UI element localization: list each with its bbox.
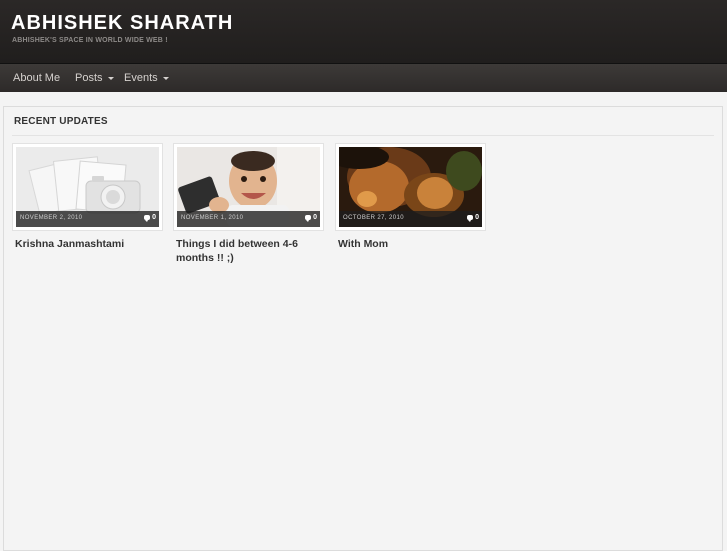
post-title-link[interactable]: With Mom <box>338 237 486 251</box>
post-date: NOVEMBER 2, 2010 <box>20 215 83 221</box>
thumbnail-meta-bar: OCTOBER 27, 2010 0 <box>339 211 482 227</box>
nav-item-posts[interactable]: Posts <box>75 64 114 92</box>
thumbnail-meta-bar: NOVEMBER 2, 2010 0 <box>16 211 159 227</box>
nav-item-events[interactable]: Events <box>124 64 169 92</box>
comment-count[interactable]: 0 <box>144 214 156 222</box>
site-description: ABHISHEK'S SPACE IN WORLD WIDE WEB ! <box>12 37 168 44</box>
main-nav: About Me Posts Events <box>0 64 727 92</box>
comment-icon <box>467 214 474 222</box>
comment-count[interactable]: 0 <box>305 214 317 222</box>
section-title: RECENT UPDATES <box>14 116 108 127</box>
nav-item-label: Posts <box>75 72 103 84</box>
site-title[interactable]: ABHISHEK SHARATH <box>11 12 233 35</box>
post-title-link[interactable]: Things I did between 4-6 months !! ;) <box>176 237 324 265</box>
post-thumbnail[interactable]: NOVEMBER 2, 2010 0 <box>12 143 163 231</box>
caret-down-icon <box>107 76 114 80</box>
thumbnail-meta-bar: NOVEMBER 1, 2010 0 <box>177 211 320 227</box>
site-header: ABHISHEK SHARATH ABHISHEK'S SPACE IN WOR… <box>0 0 727 64</box>
comment-icon <box>305 214 312 222</box>
post-card: OCTOBER 27, 2010 0 With Mom <box>335 143 486 251</box>
comment-icon <box>144 214 151 222</box>
post-date: OCTOBER 27, 2010 <box>343 215 404 221</box>
nav-item-about-me[interactable]: About Me <box>13 64 60 92</box>
nav-item-label: About Me <box>13 72 61 84</box>
main-content: RECENT UPDATES NOVEMBER 2, 2010 0 Krishn… <box>3 106 723 551</box>
caret-down-icon <box>162 76 169 80</box>
nav-item-label: Events <box>124 72 158 84</box>
divider <box>12 135 714 136</box>
comment-count[interactable]: 0 <box>467 214 479 222</box>
post-date: NOVEMBER 1, 2010 <box>181 215 244 221</box>
post-thumbnail[interactable]: NOVEMBER 1, 2010 0 <box>173 143 324 231</box>
post-title-link[interactable]: Krishna Janmashtami <box>15 237 163 251</box>
post-thumbnail[interactable]: OCTOBER 27, 2010 0 <box>335 143 486 231</box>
post-card: NOVEMBER 1, 2010 0 Things I did between … <box>173 143 324 265</box>
post-card: NOVEMBER 2, 2010 0 Krishna Janmashtami <box>12 143 163 251</box>
